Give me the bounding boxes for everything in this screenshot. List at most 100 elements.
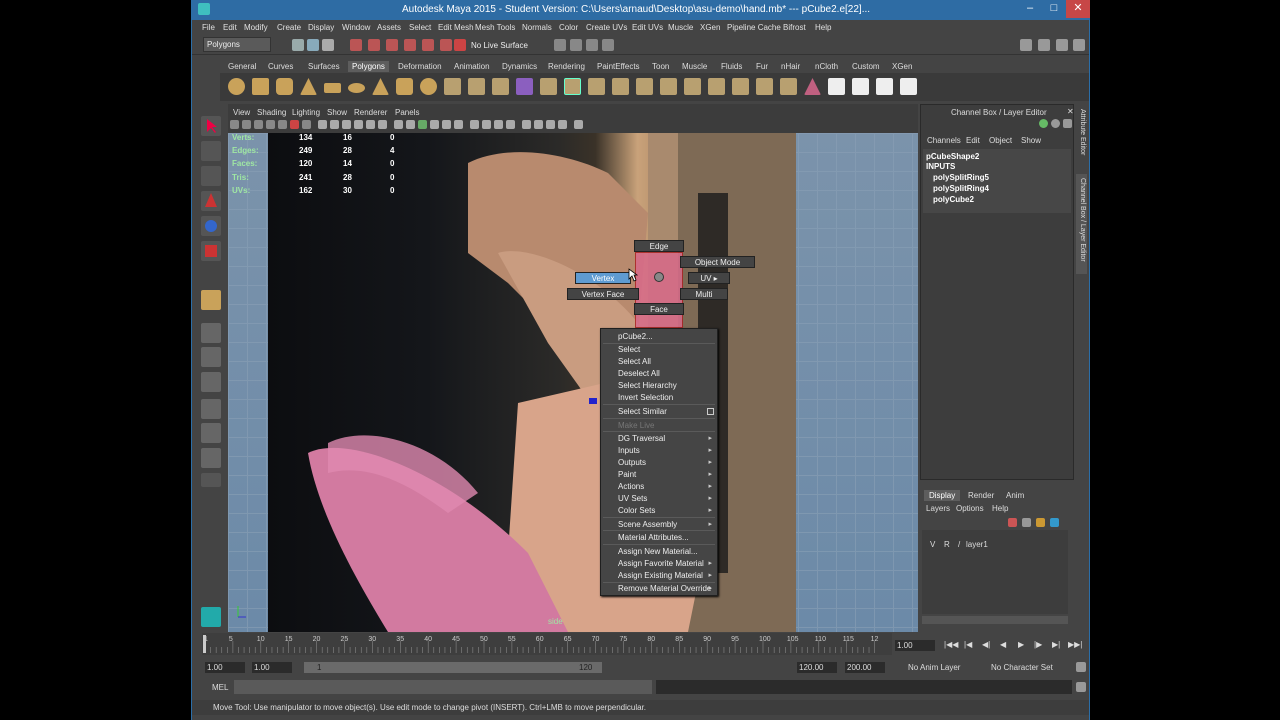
grid-icon[interactable]: [302, 120, 311, 129]
xray-icon[interactable]: [534, 120, 543, 129]
rotate-tool-icon[interactable]: [201, 216, 221, 236]
menu-select[interactable]: Select: [409, 23, 431, 32]
attribute-editor-toggle-icon[interactable]: [1038, 39, 1050, 51]
shelf-tab-muscle[interactable]: Muscle: [678, 61, 711, 72]
move-up-layer-icon[interactable]: [1036, 518, 1045, 527]
step-back-key-icon[interactable]: |◀: [964, 640, 972, 649]
resolution-gate-icon[interactable]: [330, 120, 339, 129]
poly-cone-icon[interactable]: [300, 78, 317, 95]
context-item-deselect-all[interactable]: Deselect All: [618, 369, 660, 378]
time-slider[interactable]: 1510152025303540455055606570758085909510…: [202, 633, 892, 655]
persp-outliner-layout-icon[interactable]: [201, 372, 221, 392]
playback-end-field[interactable]: 120.00: [797, 662, 837, 673]
layer-menu-layers[interactable]: Layers: [926, 504, 950, 513]
current-time-marker[interactable]: [203, 635, 206, 653]
merge-icon[interactable]: [780, 78, 797, 95]
channel-box-toggle-icon[interactable]: [1073, 39, 1085, 51]
field-chart-icon[interactable]: [354, 120, 363, 129]
modeling-toolkit-launch-icon[interactable]: [201, 607, 221, 627]
wireframe-on-shaded-icon[interactable]: [418, 120, 427, 129]
menu-edit-uvs[interactable]: Edit UVs: [632, 23, 663, 32]
snap-curve-icon[interactable]: [422, 39, 434, 51]
layer-tab-render[interactable]: Render: [968, 491, 994, 500]
poke-face-icon[interactable]: [804, 78, 821, 95]
hypershade-layout-icon[interactable]: [201, 423, 221, 443]
render-view-icon[interactable]: [554, 39, 566, 51]
menu-pipeline-cache[interactable]: Pipeline Cache: [727, 23, 781, 32]
paint-select-tool-icon[interactable]: [201, 166, 221, 186]
last-tool-icon[interactable]: [201, 290, 221, 310]
channel-box-close-icon[interactable]: ✕: [1067, 107, 1074, 116]
planar-mapping-icon[interactable]: [828, 78, 845, 95]
smooth-icon[interactable]: [540, 78, 557, 95]
shelf-tab-deformation[interactable]: Deformation: [394, 61, 446, 72]
layer-visibility-toggle[interactable]: V: [930, 540, 935, 549]
safe-action-icon[interactable]: [366, 120, 375, 129]
persp-graph-layout-icon[interactable]: [201, 399, 221, 419]
poly-prism-icon[interactable]: [372, 78, 389, 95]
script-editor-icon[interactable]: [1076, 682, 1086, 692]
lasso-tool-icon[interactable]: [201, 141, 221, 161]
animation-end-field[interactable]: 200.00: [845, 662, 885, 673]
animation-preferences-icon[interactable]: [1076, 662, 1086, 672]
select-object-icon[interactable]: [368, 39, 380, 51]
context-item-inputs[interactable]: Inputs ▸: [618, 446, 718, 455]
poly-sphere-icon[interactable]: [228, 78, 245, 95]
channel-box-menu-show[interactable]: Show: [1021, 136, 1041, 145]
four-view-layout-icon[interactable]: [201, 347, 221, 367]
menu-create-uvs[interactable]: Create UVs: [586, 23, 627, 32]
menu-color[interactable]: Color: [559, 23, 578, 32]
step-back-frame-icon[interactable]: ◀|: [982, 640, 990, 649]
shelf-tab-xgen[interactable]: XGen: [888, 61, 916, 72]
camera-attributes-icon[interactable]: [242, 120, 251, 129]
poly-cylinder-icon[interactable]: [276, 78, 293, 95]
shape-node-label[interactable]: pCubeShape2: [926, 152, 979, 161]
context-item-color-sets[interactable]: Color Sets ▸: [618, 506, 718, 515]
panel-menu-renderer[interactable]: Renderer: [354, 108, 387, 117]
menu-muscle[interactable]: Muscle: [668, 23, 693, 32]
menu-window[interactable]: Window: [342, 23, 370, 32]
layer-name[interactable]: layer1: [966, 540, 988, 549]
close-icon[interactable]: ✕: [1066, 0, 1090, 18]
marking-menu-multi[interactable]: Multi: [680, 288, 728, 300]
use-all-lights-icon[interactable]: [442, 120, 451, 129]
xray-joints-icon[interactable]: [546, 120, 555, 129]
gate-mask-icon[interactable]: [342, 120, 351, 129]
single-perspective-layout-icon[interactable]: [201, 323, 221, 343]
open-scene-icon[interactable]: [307, 39, 319, 51]
context-item-material-attributes[interactable]: Material Attributes...: [618, 533, 689, 542]
booleans-icon[interactable]: [516, 78, 533, 95]
scale-tool-icon[interactable]: [201, 241, 221, 261]
input-node-item[interactable]: polySplitRing4: [933, 184, 989, 193]
context-item-remove-material-override[interactable]: Remove Material Override ▸: [618, 584, 718, 593]
xray-components-icon[interactable]: [558, 120, 567, 129]
context-item-assign-new-material[interactable]: Assign New Material...: [618, 547, 698, 556]
input-node-item[interactable]: polyCube2: [933, 195, 974, 204]
new-layer-icon[interactable]: [1008, 518, 1017, 527]
layer-tab-display[interactable]: Display: [924, 490, 961, 501]
context-item-assign-favorite-material[interactable]: Assign Favorite Material ▸: [618, 559, 718, 568]
menu-file[interactable]: File: [202, 23, 215, 32]
command-language-label[interactable]: MEL: [212, 683, 228, 692]
context-item-select-similar[interactable]: Select Similar: [618, 407, 667, 416]
menu-help[interactable]: Help: [815, 23, 831, 32]
marking-menu-edge[interactable]: Edge: [634, 240, 684, 252]
select-hierarchy-icon[interactable]: [350, 39, 362, 51]
insert-edge-loop-icon[interactable]: [732, 78, 749, 95]
bookmarks-icon[interactable]: [254, 120, 263, 129]
new-scene-icon[interactable]: [292, 39, 304, 51]
playback-start-field[interactable]: 1.00: [252, 662, 292, 673]
channel-box-layout-icon[interactable]: [1063, 119, 1072, 128]
context-item-scene-assembly[interactable]: Scene Assembly ▸: [618, 520, 718, 529]
command-input[interactable]: [234, 680, 652, 694]
shelf-tab-surfaces[interactable]: Surfaces: [304, 61, 344, 72]
layer-reference-toggle[interactable]: R: [944, 540, 950, 549]
channel-box-menu-channels[interactable]: Channels: [927, 136, 961, 145]
selected-cube-mesh[interactable]: [635, 252, 683, 328]
bevel-icon[interactable]: [684, 78, 701, 95]
spherical-mapping-icon[interactable]: [876, 78, 893, 95]
extract-icon[interactable]: [492, 78, 509, 95]
play-forwards-icon[interactable]: ▶: [1018, 640, 1024, 649]
minimize-icon[interactable]: –: [1018, 0, 1042, 18]
depth-of-field-icon[interactable]: [506, 120, 515, 129]
